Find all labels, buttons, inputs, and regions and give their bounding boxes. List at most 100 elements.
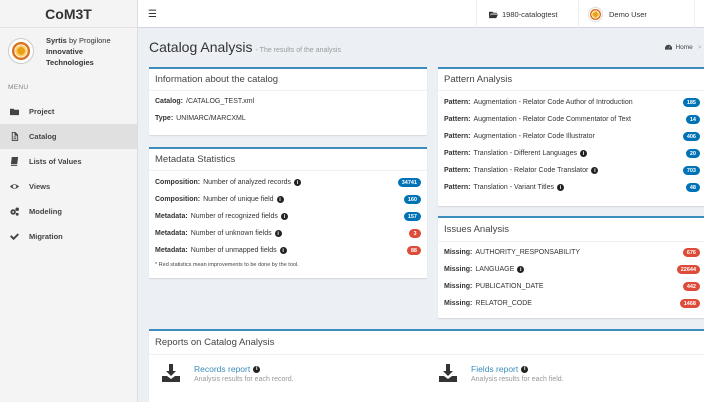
user-name: Demo User (609, 9, 647, 19)
count-badge: 48 (685, 183, 700, 192)
issue-row: Missing: LANGUAGE i 22644 (444, 261, 700, 278)
row-value: LANGUAGE (475, 266, 515, 273)
row-key: Missing: (444, 266, 473, 273)
info-icon[interactable]: i (521, 365, 529, 373)
info-icon[interactable]: i (274, 230, 282, 237)
catalog-selector[interactable]: 1980-catalogtest (489, 0, 557, 28)
records-report-link[interactable]: Records report i Analysis results for eac… (162, 364, 294, 383)
row-key: Type: (155, 115, 174, 122)
box-title: Issues Analysis (438, 218, 704, 242)
row-value: Number of analyzed records (203, 179, 292, 186)
pattern-row: Pattern: Augmentation - Relator Code Auth… (444, 94, 700, 111)
sidebar-item-label: Migration (29, 232, 63, 241)
page-subtitle: - The results of the analysis (255, 47, 341, 54)
row-key: Pattern: (444, 167, 471, 174)
info-icon[interactable]: i (276, 196, 284, 203)
download-icon (162, 364, 180, 382)
box-title: Pattern Analysis (438, 69, 704, 91)
count-badge: 3 (409, 229, 421, 238)
sidebar-toggle-icon[interactable]: ☰ (148, 9, 157, 20)
fields-report-title[interactable]: Fields report i (471, 364, 564, 374)
catalog-info-box: Information about the catalog Catalog: /… (149, 67, 427, 135)
count-badge: 14 (685, 115, 700, 124)
info-icon[interactable]: i (591, 167, 599, 174)
info-icon[interactable]: i (556, 184, 564, 191)
row-key: Metadata: (155, 247, 188, 254)
breadcrumb-home[interactable]: Home (675, 44, 692, 51)
top-navbar: ☰ 1980-catalogtest Demo User (138, 0, 704, 28)
info-icon[interactable]: i (279, 247, 287, 254)
row-value: /CATALOG_TEST.xml (186, 98, 255, 105)
box-title: Information about the catalog (149, 69, 427, 91)
count-badge: 22644 (676, 265, 700, 274)
row-key: Missing: (444, 283, 473, 290)
fields-report-link[interactable]: Fields report i Analysis results for each… (439, 364, 564, 383)
count-badge: 1468 (679, 299, 700, 308)
row-key: Pattern: (444, 116, 471, 123)
count-badge: 160 (403, 195, 421, 204)
sidebar-item-label: Project (29, 107, 55, 116)
row-key: Pattern: (444, 133, 471, 140)
avatar (588, 6, 603, 22)
row-value: Number of unknown fields (190, 230, 272, 237)
stat-row: Metadata: Number of unmapped fields i 88 (155, 242, 421, 259)
info-icon[interactable]: i (294, 179, 302, 186)
row-key: Composition: (155, 179, 201, 186)
pattern-row: Pattern: Augmentation - Relator Code Comm… (444, 111, 700, 128)
user-menu[interactable]: Demo User (588, 0, 647, 28)
organization-name-rest: by Progilone (66, 35, 111, 45)
file-icon (8, 132, 20, 141)
count-badge: 703 (682, 166, 700, 175)
row-key: Pattern: (444, 150, 471, 157)
pattern-row: Pattern: Translation - Different Language… (444, 145, 700, 162)
fields-report-description: Analysis results for each field. (471, 376, 564, 383)
sidebar-item-modeling[interactable]: Modeling (0, 199, 137, 224)
row-value: RELATOR_CODE (475, 300, 532, 307)
book-icon (8, 157, 20, 166)
app-logo[interactable]: CoM3T (0, 0, 137, 28)
sidebar-item-views[interactable]: Views (0, 174, 137, 199)
row-value: PUBLICATION_DATE (475, 283, 544, 290)
row-key: Composition: (155, 196, 201, 203)
row-value: Augmentation - Relator Code Commentator … (473, 116, 631, 123)
sidebar-item-project[interactable]: Project (0, 99, 137, 124)
box-title: Reports on Catalog Analysis (149, 331, 704, 355)
report-title-text: Records report (194, 364, 251, 374)
catalog-path-row: Catalog: /CATALOG_TEST.xml (155, 93, 421, 110)
sidebar-item-migration[interactable]: Migration (0, 224, 137, 249)
sidebar-item-label: Views (29, 182, 51, 191)
divider (476, 0, 477, 28)
sidebar-item-lists-of-values[interactable]: Lists of Values (0, 149, 137, 174)
dashboard-icon (665, 44, 673, 50)
reports-box: Reports on Catalog Analysis Records repo… (149, 329, 704, 402)
pattern-row: Pattern: Translation - Relator Code Trans… (444, 162, 700, 179)
count-badge: 185 (682, 98, 700, 107)
organization-name: Syrtis by Progilone Innovative Technolog… (46, 35, 129, 68)
row-value: AUTHORITY_RESPONSABILITY (475, 249, 581, 256)
row-value: UNIMARC/MARCXML (176, 115, 246, 122)
metadata-statistics-box: Metadata Statistics Composition: Number o… (149, 147, 427, 278)
download-icon (439, 364, 457, 382)
page-title-text: Catalog Analysis (149, 39, 253, 55)
row-value: Number of unmapped fields (190, 247, 277, 254)
issues-analysis-box: Issues Analysis Missing: AUTHORITY_RESPON… (438, 216, 704, 318)
count-badge: 157 (403, 212, 421, 221)
divider (694, 0, 695, 28)
info-icon[interactable]: i (253, 365, 261, 373)
sidebar-item-catalog[interactable]: Catalog (0, 124, 137, 149)
sidebar: CoM3T Syrtis by Progilone Innovative Tec… (0, 0, 138, 402)
page-title: Catalog Analysis - The results of the ana… (149, 39, 341, 55)
cogs-icon (8, 207, 20, 216)
check-icon (8, 232, 20, 241)
breadcrumb-separator: > (697, 44, 702, 51)
info-icon[interactable]: i (579, 150, 587, 157)
sidebar-item-label: Catalog (29, 132, 57, 141)
count-badge: 406 (682, 132, 700, 141)
pattern-row: Pattern: Translation - Variant Titles i 48 (444, 179, 700, 196)
records-report-title[interactable]: Records report i (194, 364, 294, 374)
user-panel: Syrtis by Progilone Innovative Technolog… (0, 28, 137, 74)
divider (578, 0, 579, 28)
catalog-type-row: Type: UNIMARC/MARCXML (155, 110, 421, 127)
info-icon[interactable]: i (517, 266, 525, 273)
info-icon[interactable]: i (280, 213, 288, 220)
